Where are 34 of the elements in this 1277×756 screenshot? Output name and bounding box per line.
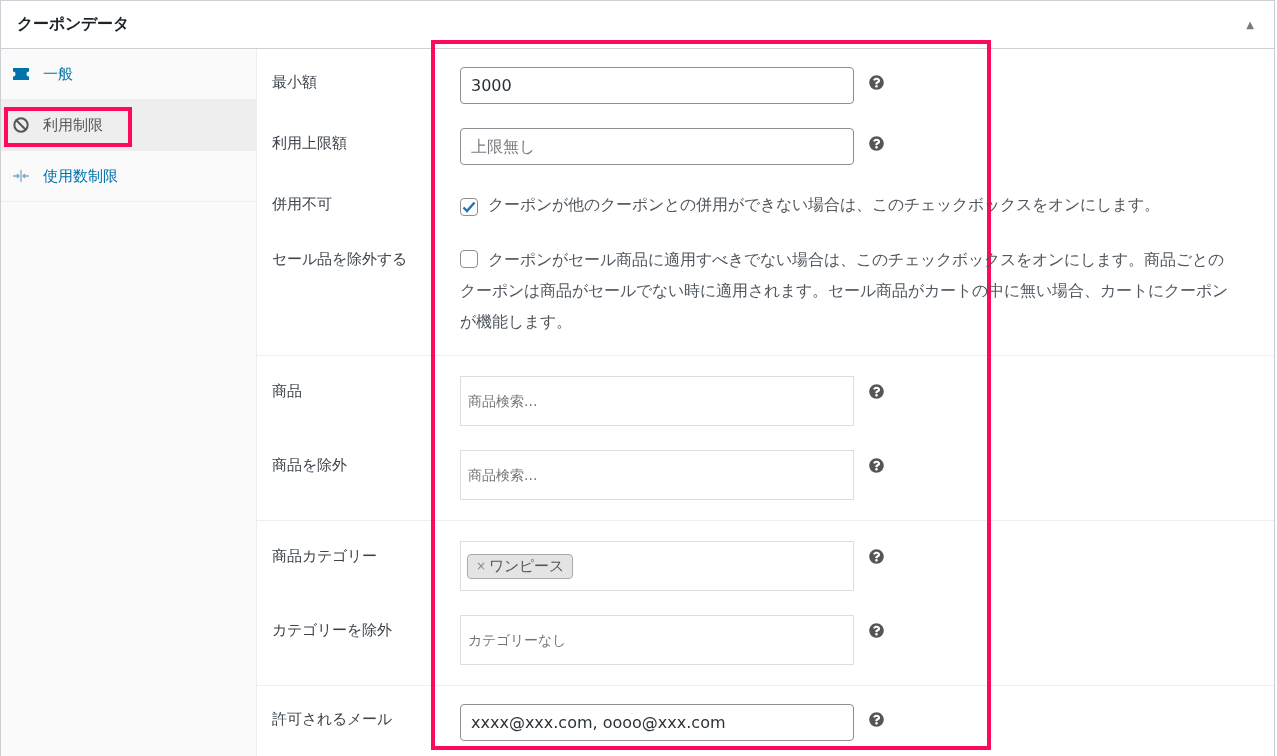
checkbox[interactable] — [460, 250, 478, 268]
help-icon[interactable] — [869, 384, 884, 399]
field-label: セール品を除外する — [272, 249, 408, 270]
help-icon[interactable] — [869, 712, 884, 727]
search-field[interactable]: カテゴリーなし — [460, 615, 854, 665]
search-field[interactable]: 商品検索... — [460, 376, 854, 426]
compress-icon — [13, 169, 29, 183]
text-field[interactable]: 3000 — [460, 67, 854, 104]
sidebar-tab[interactable]: 利用制限 — [1, 100, 256, 151]
field-label: 最小額 — [272, 72, 318, 93]
field-label: カテゴリーを除外 — [272, 620, 393, 641]
ticket-icon — [13, 68, 29, 80]
text-field[interactable]: xxxx@xxx.com, oooo@xxx.com — [460, 704, 854, 741]
field-label: 利用上限額 — [272, 133, 348, 154]
checkbox[interactable] — [460, 198, 478, 216]
field-label: 商品 — [272, 381, 303, 402]
sidebar-tab[interactable]: 使用数制限 — [1, 151, 256, 202]
field-label: 商品カテゴリー — [272, 546, 378, 567]
search-field[interactable]: × ワンピース — [460, 541, 854, 591]
help-icon[interactable] — [869, 75, 884, 90]
field-label: 商品を除外 — [272, 455, 348, 476]
text-field[interactable]: 上限無し — [460, 128, 854, 165]
help-icon[interactable] — [869, 623, 884, 638]
field-label: 併用不可 — [272, 194, 333, 215]
panel-title: クーポンデータ — [17, 14, 129, 35]
help-icon[interactable] — [869, 458, 884, 473]
field-label: 許可されるメール — [272, 709, 393, 730]
help-icon[interactable] — [869, 136, 884, 151]
category-tag[interactable]: × ワンピース — [467, 553, 574, 579]
search-field[interactable]: 商品検索... — [460, 450, 854, 500]
help-icon[interactable] — [869, 549, 884, 564]
tag-label: ワンピース — [489, 556, 565, 576]
ban-icon — [13, 117, 29, 133]
collapse-toggle[interactable]: ▲ — [1246, 19, 1254, 30]
